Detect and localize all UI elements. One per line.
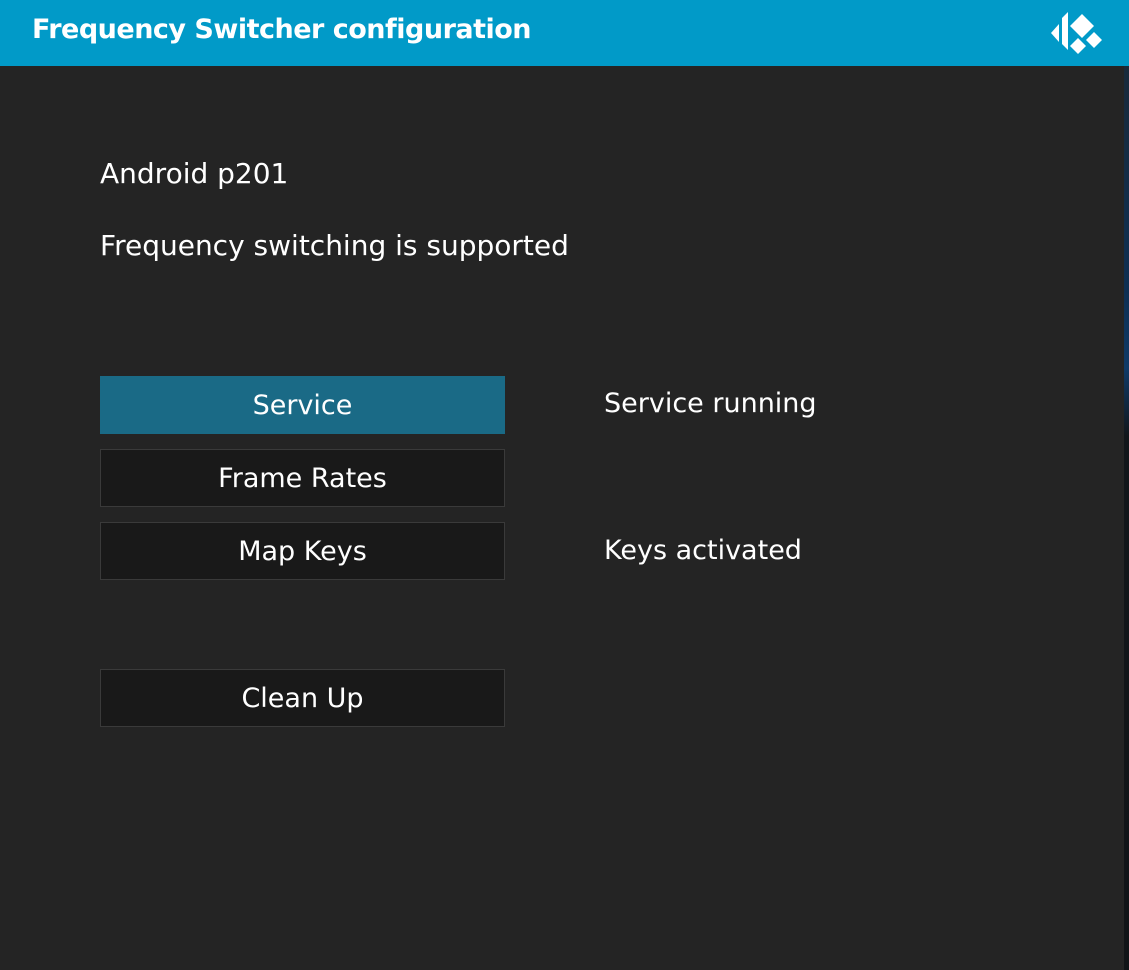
map-keys-button[interactable]: Map Keys	[100, 522, 505, 580]
dialog-header: Frequency Switcher configuration	[0, 0, 1129, 66]
kodi-logo-icon	[1051, 12, 1102, 54]
service-status-text: Service running	[604, 388, 817, 419]
frequency-support-text: Frequency switching is supported	[100, 229, 569, 262]
frame-rates-button[interactable]: Frame Rates	[100, 449, 505, 507]
background-screen-edge	[1124, 0, 1129, 970]
device-name-text: Android p201	[100, 157, 289, 190]
clean-up-button[interactable]: Clean Up	[100, 669, 505, 727]
dialog-title: Frequency Switcher configuration	[32, 14, 532, 45]
service-button[interactable]: Service	[100, 376, 505, 434]
keys-status-text: Keys activated	[604, 535, 802, 566]
